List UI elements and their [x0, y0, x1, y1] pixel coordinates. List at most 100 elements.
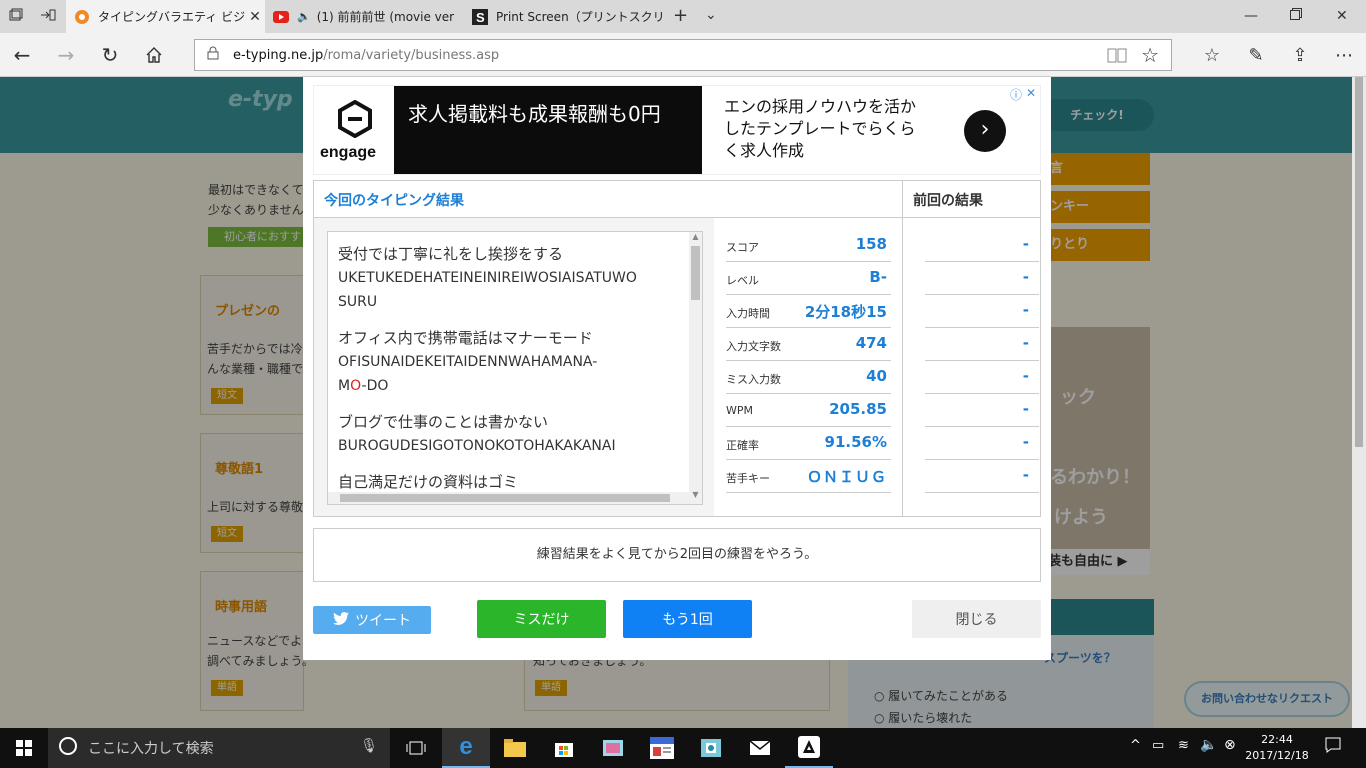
address-bar[interactable]: e-typing.ne.jp /roma/variety/business.as…	[194, 39, 1172, 71]
page-scrollbar[interactable]	[1352, 77, 1366, 728]
back-icon[interactable]: ←	[8, 41, 36, 69]
ime-disabled-icon[interactable]: ⊗	[1224, 737, 1236, 753]
stat-label: 苦手キー	[726, 472, 770, 485]
favorites-hub-icon[interactable]: ☆	[1198, 41, 1226, 69]
share-icon[interactable]: ⇪	[1286, 41, 1314, 69]
reading-view-icon[interactable]	[1107, 46, 1127, 68]
engage-brand: engage	[320, 144, 377, 161]
news-app-icon[interactable]	[638, 728, 686, 768]
browser-tab-bar: タイピングバラエティ ビジネス ✕ 🔈 (1) 前前前世 (movie ver …	[0, 0, 1366, 33]
sentence-japanese: 自己満足だけの資料はゴミ	[338, 473, 519, 491]
tab-manager-icon[interactable]	[9, 8, 23, 26]
tab-print-screen[interactable]: S Print Screen（プリントスクリー	[464, 0, 663, 33]
sentence-scrollbar[interactable]: ▲ ▼	[689, 232, 702, 504]
web-note-pen-icon[interactable]: ✎	[1242, 41, 1270, 69]
lock-icon	[207, 46, 219, 64]
sentence-romaji: BUROGUDESIGOTONOKOTOHAKAKANAI	[338, 434, 688, 458]
stat-value: 2分18秒15	[804, 303, 887, 321]
stat-value: ＯＮＩＵＧ	[806, 468, 887, 486]
restore-icon[interactable]	[1290, 8, 1302, 24]
stat-value: B-	[869, 268, 887, 286]
romaji-segment: BUROGUDESIGOTONOKOTOHAKAKANAI	[338, 438, 616, 454]
stat-row-wpm: WPM 205.85	[726, 394, 891, 427]
minimize-icon[interactable]: —	[1244, 8, 1258, 24]
stat-value: 91.56%	[824, 433, 887, 451]
ad-info-icon[interactable]: ⓘ	[1010, 86, 1022, 103]
scroll-down-icon[interactable]: ▼	[689, 490, 702, 502]
screenshot-app-icon[interactable]	[589, 728, 637, 768]
ad-headline: 求人掲載料も成果報酬も0円	[394, 86, 702, 174]
retry-button[interactable]: もう1回	[623, 600, 752, 638]
address-domain: e-typing.ne.jp	[233, 47, 324, 63]
tab-title: Print Screen（プリントスクリー	[496, 10, 663, 24]
miss-only-button[interactable]: ミスだけ	[477, 600, 606, 638]
sentence-item: ブログで仕事のことは書かない BUROGUDESIGOTONOKOTOHAKAK…	[338, 410, 688, 458]
tab-close-icon[interactable]: ✕	[245, 9, 265, 25]
stat-label: レベル	[726, 274, 759, 287]
sentence-item: 受付では丁寧に礼をし挨拶をする UKETUKEDEHATEINEINIREIWO…	[338, 242, 688, 314]
store-icon[interactable]	[540, 728, 588, 768]
page-scrollbar-thumb[interactable]	[1355, 77, 1363, 447]
more-menu-icon[interactable]: ⋯	[1330, 41, 1358, 69]
battery-icon[interactable]: ▭	[1152, 738, 1164, 753]
address-path: /roma/variety/business.asp	[323, 47, 500, 63]
e-typing-favicon-icon	[74, 9, 90, 25]
tab-preview-chevron-icon[interactable]: ⌄	[705, 7, 717, 23]
photo-app-icon[interactable]	[687, 728, 735, 768]
windows-start-icon[interactable]	[0, 728, 48, 768]
ad-arrow-button[interactable]: ›	[964, 110, 1006, 152]
mail-icon[interactable]	[736, 728, 784, 768]
home-icon[interactable]	[140, 41, 168, 69]
window-close-icon[interactable]: ✕	[1336, 8, 1348, 24]
app-triangle-icon[interactable]	[785, 728, 833, 768]
tab-typing-variety[interactable]: タイピングバラエティ ビジネス ✕	[66, 0, 265, 33]
audio-playing-icon[interactable]: 🔈	[297, 10, 311, 23]
volume-icon[interactable]: 🔈	[1200, 737, 1217, 753]
prev-value: -	[1022, 334, 1029, 352]
microphone-icon[interactable]: 🎙	[360, 738, 378, 754]
sentence-item: オフィス内で携帯電話はマナーモード OFISUNAIDEKEITAIDENNWA…	[338, 326, 688, 398]
tweet-button[interactable]: ツイート	[313, 606, 431, 634]
romaji-segment: -DO	[361, 378, 389, 394]
youtube-icon	[273, 9, 289, 25]
site-s-icon: S	[472, 8, 488, 25]
scroll-up-icon[interactable]: ▲	[689, 232, 702, 244]
prev-value: -	[1022, 433, 1029, 451]
ad-close-icon[interactable]: ✕	[1026, 86, 1036, 100]
stat-row-accuracy: 正確率 91.56%	[726, 427, 891, 460]
task-view-icon[interactable]	[392, 728, 440, 768]
set-tabs-aside-icon[interactable]	[40, 8, 56, 26]
windows-taskbar: ここに入力して検索 🎙 e ^ ▭ ≋ 🔈 ⊗ 22:44 2017/12/18	[0, 728, 1366, 768]
prev-row-wpm: -	[925, 394, 1039, 427]
stat-row-weak-keys: 苦手キー ＯＮＩＵＧ	[726, 460, 891, 493]
clock-date: 2017/12/18	[1245, 749, 1309, 762]
sentence-scrollbar-thumb[interactable]	[691, 246, 700, 300]
close-button[interactable]: 閉じる	[912, 600, 1041, 638]
prev-value: -	[1022, 400, 1029, 418]
current-result-header: 今回のタイピング結果	[314, 181, 902, 218]
sentence-romaji: OFISUNAIDEKEITAIDENNWAHAMANA-	[338, 350, 688, 374]
sentence-japanese: オフィス内で携帯電話はマナーモード	[338, 329, 593, 347]
results-panel: 今回のタイピング結果 前回の結果 受付では丁寧に礼をし挨拶をする UKETUKE…	[313, 180, 1041, 517]
forward-icon[interactable]: →	[52, 41, 80, 69]
wifi-icon[interactable]: ≋	[1178, 738, 1189, 753]
action-center-icon[interactable]	[1324, 736, 1342, 758]
taskbar-search-box[interactable]: ここに入力して検索 🎙	[48, 728, 390, 768]
sentence-item: 自己満足だけの資料はゴミ	[338, 470, 688, 494]
tab-youtube[interactable]: 🔈 (1) 前前前世 (movie ver	[265, 0, 464, 33]
file-explorer-icon[interactable]	[491, 728, 539, 768]
taskbar-clock[interactable]: 22:44 2017/12/18	[1240, 732, 1314, 764]
tab-title: タイピングバラエティ ビジネス	[98, 10, 245, 24]
engage-ad-banner[interactable]: engage 求人掲載料も成果報酬も0円 エンの採用ノウハウを活かしたテンプレー…	[313, 85, 1041, 175]
favorite-star-icon[interactable]: ☆	[1141, 43, 1159, 67]
sentence-hscrollbar-thumb[interactable]	[340, 494, 670, 502]
refresh-icon[interactable]: ↻	[96, 41, 124, 69]
new-tab-icon[interactable]: +	[673, 5, 688, 26]
prev-row-accuracy: -	[925, 427, 1039, 460]
result-divider	[902, 181, 903, 516]
sentence-hscrollbar[interactable]	[328, 492, 689, 504]
show-hidden-icons-icon[interactable]: ^	[1130, 738, 1141, 753]
sentence-japanese: 受付では丁寧に礼をし挨拶をする	[338, 245, 564, 263]
edge-browser-icon[interactable]: e	[442, 728, 490, 768]
sentence-list[interactable]: 受付では丁寧に礼をし挨拶をする UKETUKEDEHATEINEINIREIWO…	[327, 231, 703, 505]
